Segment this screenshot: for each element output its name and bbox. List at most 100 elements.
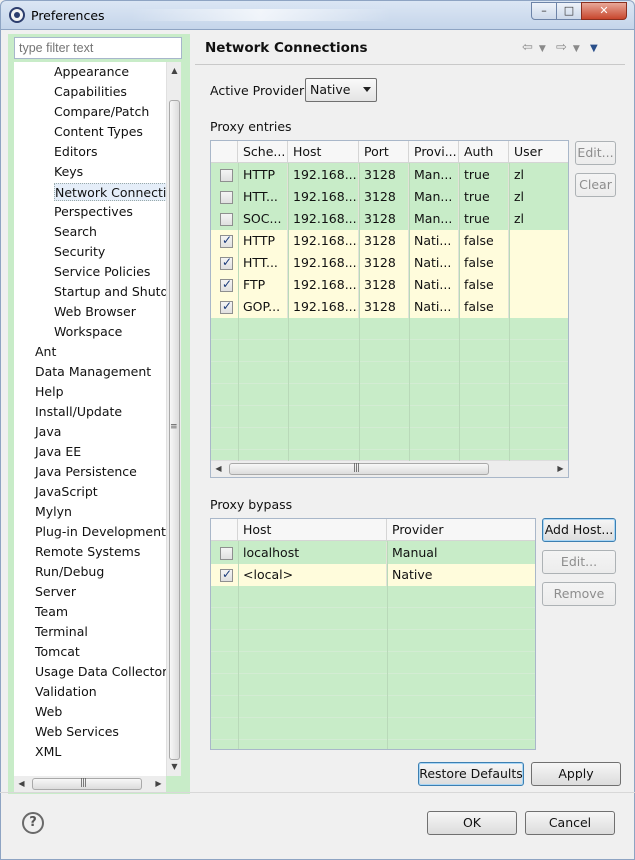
row-checkbox[interactable] — [220, 169, 233, 182]
back-menu-icon[interactable]: ▼ — [539, 44, 546, 54]
close-button[interactable]: ✕ — [581, 2, 627, 20]
cell-auth: false — [459, 252, 509, 274]
scroll-left-arrow-icon[interactable]: ◀ — [14, 779, 29, 788]
table-row[interactable]: SOC... 192.168.... 3128 Man... true zl — [211, 208, 568, 230]
tree-hscroll-thumb[interactable] — [32, 778, 142, 790]
tree-item[interactable]: Service Policies — [54, 263, 150, 281]
help-icon[interactable]: ? — [22, 812, 44, 834]
column-header-port[interactable]: Port — [359, 141, 409, 163]
tree-item[interactable]: Workspace — [54, 323, 122, 341]
tree-item[interactable]: Search — [54, 223, 97, 241]
cancel-button[interactable]: Cancel — [525, 811, 615, 835]
scroll-down-arrow-icon[interactable]: ▼ — [167, 762, 182, 771]
bypass-row-checkbox[interactable] — [220, 567, 233, 582]
proxy-entries-table[interactable]: Sche... Host Port Provi... Auth User ◀ |… — [210, 140, 569, 478]
tree-item[interactable]: Perspectives — [54, 203, 133, 221]
view-menu-icon[interactable]: ▼ — [590, 43, 598, 54]
active-provider-value: Native — [310, 82, 351, 97]
bypass-row[interactable]: <local>Native — [211, 564, 535, 586]
tree-item[interactable]: Keys — [54, 163, 83, 181]
proxy-bypass-table[interactable]: Host Provider localhostManual<local>Nati… — [210, 518, 536, 750]
entries-clear-button[interactable]: Clear — [575, 173, 616, 197]
tree-item[interactable]: Java Persistence — [35, 463, 137, 481]
table-row[interactable]: HTT... 192.168.... 3128 Man... true zl — [211, 186, 568, 208]
column-header-auth[interactable]: Auth — [459, 141, 509, 163]
table-row[interactable]: HTTP192.168....3128Nati...false — [211, 230, 568, 252]
bypass-row[interactable]: localhost Manual — [211, 542, 535, 564]
back-arrow-icon[interactable]: ⇦ — [522, 40, 533, 55]
row-checkbox[interactable] — [220, 191, 233, 204]
forward-arrow-icon[interactable]: ⇨ — [556, 40, 567, 55]
bypass-cell-provider: Manual — [387, 542, 535, 564]
entries-scroll-right-icon[interactable]: ▶ — [553, 464, 568, 473]
row-checkbox[interactable] — [220, 213, 233, 226]
tree-horizontal-scrollbar[interactable]: ◀ ||| ▶ — [14, 776, 166, 792]
forward-menu-icon[interactable]: ▼ — [573, 44, 580, 54]
tree-item[interactable]: Capabilities — [54, 83, 127, 101]
tree-item[interactable]: Ant — [35, 343, 56, 361]
tree-item[interactable]: Compare/Patch — [54, 103, 149, 121]
row-checkbox[interactable] — [220, 233, 233, 248]
proxy-bypass-header: Host Provider — [211, 519, 535, 541]
apply-button[interactable]: Apply — [531, 762, 621, 786]
proxy-entries-header: Sche... Host Port Provi... Auth User — [211, 141, 568, 163]
tree-item[interactable]: Team — [35, 603, 68, 621]
tree-item[interactable]: Plug-in Development — [35, 523, 166, 541]
tree-item[interactable]: Tomcat — [35, 643, 80, 661]
entries-edit-button[interactable]: Edit... — [575, 141, 616, 165]
minimize-button[interactable]: – — [531, 2, 557, 20]
tree-item[interactable]: Web Services — [35, 723, 119, 741]
tree-item[interactable]: Install/Update — [35, 403, 122, 421]
tree-item[interactable]: Run/Debug — [35, 563, 104, 581]
entries-scroll-left-icon[interactable]: ◀ — [211, 464, 226, 473]
tree-item[interactable]: Startup and Shutd — [54, 283, 166, 301]
bypass-edit-button[interactable]: Edit... — [542, 550, 616, 574]
scroll-up-arrow-icon[interactable]: ▲ — [167, 66, 182, 75]
tree-item[interactable]: Network Connectio — [54, 183, 166, 201]
scroll-right-arrow-icon[interactable]: ▶ — [151, 779, 166, 788]
column-header-user[interactable]: User — [509, 141, 568, 163]
table-row[interactable]: GOP...192.168....3128Nati...false — [211, 296, 568, 318]
tree-item[interactable]: Editors — [54, 143, 98, 161]
tree-item[interactable]: Java — [35, 423, 61, 441]
maximize-button[interactable]: □ — [556, 2, 582, 20]
tree-item[interactable]: Appearance — [54, 63, 129, 81]
restore-defaults-button[interactable]: Restore Defaults — [418, 762, 524, 786]
tree-item[interactable]: Mylyn — [35, 503, 72, 521]
column-header-scheme[interactable]: Sche... — [238, 141, 288, 163]
column-header-host[interactable]: Host — [288, 141, 359, 163]
tree-item[interactable]: Content Types — [54, 123, 143, 141]
tree-item[interactable]: Web Browser — [54, 303, 136, 321]
add-host-button[interactable]: Add Host... — [542, 518, 616, 542]
tree-item[interactable]: Validation — [35, 683, 97, 701]
column-header-bypass-host[interactable]: Host — [238, 519, 387, 541]
bypass-remove-button[interactable]: Remove — [542, 582, 616, 606]
table-row[interactable]: HTTP 192.168.... 3128 Man... true zl — [211, 164, 568, 186]
ok-button[interactable]: OK — [427, 811, 517, 835]
tree-item[interactable]: Terminal — [35, 623, 88, 641]
active-provider-select[interactable]: Native — [305, 78, 377, 102]
bypass-row-checkbox[interactable] — [220, 547, 233, 560]
empty-row — [211, 630, 535, 652]
tree-item[interactable]: Data Management — [35, 363, 151, 381]
tree-vertical-scrollbar[interactable]: ▲ ≡ ▼ — [166, 62, 181, 776]
tree-item[interactable]: Java EE — [35, 443, 81, 461]
tree-item[interactable]: Help — [35, 383, 64, 401]
filter-input[interactable] — [14, 37, 182, 59]
entries-horizontal-scrollbar[interactable]: ◀ ||| ▶ — [211, 460, 568, 477]
tree-item[interactable]: Server — [35, 583, 76, 601]
tree-item[interactable]: Remote Systems — [35, 543, 140, 561]
column-header-bypass-provider[interactable]: Provider — [387, 519, 535, 541]
tree-item[interactable]: XML — [35, 743, 61, 761]
tree-item[interactable]: Web — [35, 703, 62, 721]
tree-item[interactable]: JavaScript — [35, 483, 98, 501]
cell-host: 192.168.... — [288, 230, 359, 252]
row-checkbox[interactable] — [220, 255, 233, 270]
column-header-provider[interactable]: Provi... — [409, 141, 459, 163]
row-checkbox[interactable] — [220, 277, 233, 292]
tree-item[interactable]: Usage Data Collector — [35, 663, 166, 681]
tree-item[interactable]: Security — [54, 243, 105, 261]
table-row[interactable]: FTP192.168....3128Nati...false — [211, 274, 568, 296]
table-row[interactable]: HTT...192.168....3128Nati...false — [211, 252, 568, 274]
row-checkbox[interactable] — [220, 299, 233, 314]
